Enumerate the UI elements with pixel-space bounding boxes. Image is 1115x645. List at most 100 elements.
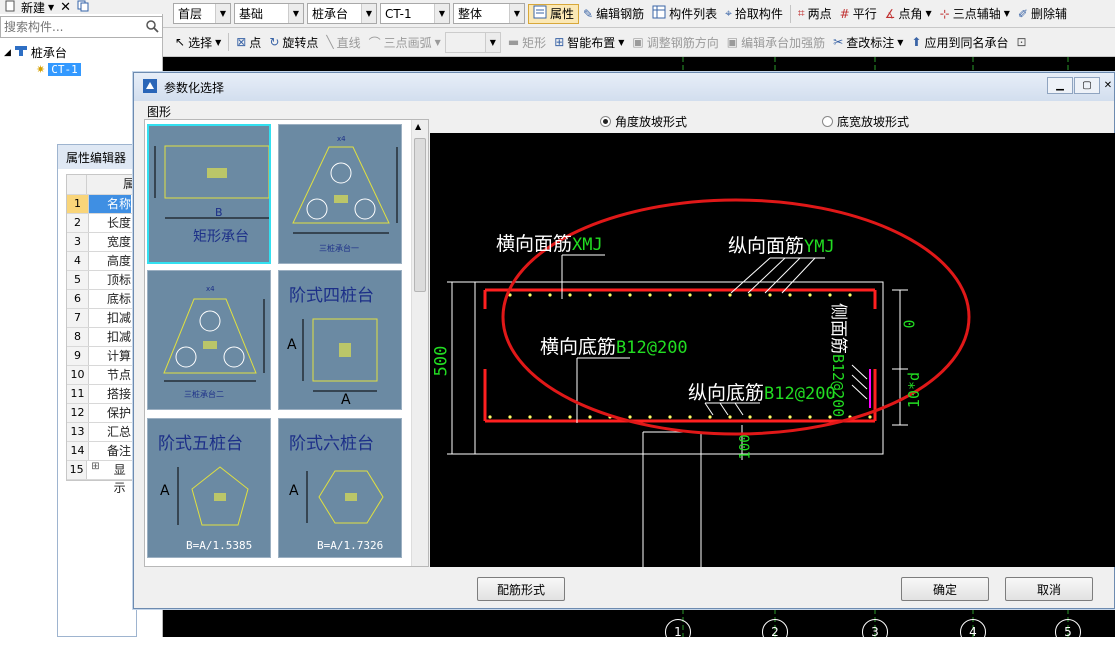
property-row-name: 汇总 <box>107 425 132 439</box>
select-button[interactable]: ↖ 选择 ▼ <box>171 32 225 52</box>
parallel-button[interactable]: # 平行 <box>836 4 881 24</box>
expand-plus-icon[interactable]: ⊞ <box>91 461 99 479</box>
property-row[interactable]: 11 搭接 <box>67 385 135 404</box>
radio-angle-slope[interactable]: 角度放坡形式 <box>600 113 687 130</box>
dimension-label: B <box>215 206 223 219</box>
rebar-form-button[interactable]: 配筋形式 <box>477 577 565 601</box>
property-row[interactable]: 6 底标 <box>67 290 135 309</box>
modify-label-button[interactable]: ✂ 查改标注 ▼ <box>829 32 907 52</box>
shape-thumbnail-three-pile-1[interactable]: x4 三桩承台一 <box>278 124 402 264</box>
type-select[interactable]: 桩承台 ▼ <box>307 3 377 24</box>
scroll-up-icon[interactable]: ▲ <box>415 122 421 131</box>
three-point-arc-button[interactable]: ⌒ 三点画弧 ▼ <box>365 32 445 52</box>
ok-button[interactable]: 确定 <box>901 577 989 601</box>
property-row[interactable]: 14 备注 <box>67 442 135 461</box>
shape-thumbnail-three-pile-2[interactable]: x4 三桩承台二 <box>147 270 271 410</box>
new-button[interactable]: 新建 ▼ <box>4 0 54 15</box>
property-row-number: 2 <box>67 214 89 232</box>
cancel-button[interactable]: 取消 <box>1005 577 1093 601</box>
property-row[interactable]: 8 扣减 <box>67 328 135 347</box>
arc-option-select[interactable]: ▼ <box>444 31 501 53</box>
edit-cap-rebar-button[interactable]: ▣ 编辑承台加强筋 <box>723 32 829 52</box>
copy-icon[interactable] <box>77 0 89 15</box>
expand-icon[interactable]: ◢ <box>4 48 11 58</box>
parallel-icon: # <box>839 6 850 21</box>
shape-thumbnail-step-four-pile[interactable]: 阶式四桩台 A A <box>278 270 402 410</box>
tree-root[interactable]: ◢ 桩承台 <box>4 44 81 61</box>
gear-icon: ✷ <box>36 63 46 76</box>
property-row[interactable]: 12 保护 <box>67 404 135 423</box>
pick-component-button[interactable]: ⌖ 拾取构件 <box>721 4 787 24</box>
delete-icon[interactable]: ✕ <box>60 1 71 14</box>
property-row-name: 扣减 <box>107 330 132 344</box>
eraser-icon: ✐ <box>1017 6 1028 21</box>
property-row-name: 长度 <box>107 216 132 230</box>
component-select[interactable]: CT-1 ▼ <box>380 3 450 24</box>
search-input[interactable] <box>1 17 139 37</box>
toolbar-row-2: ↖ 选择 ▼ ⊠ 点 ↻ 旋转点 ╲ 直线 ⌒ 三点画弧 ▼ ▼ ▬ 矩形 ⊞ 智能布置 ▼ ▣ 调整… <box>163 28 1115 57</box>
property-row[interactable]: 1 名称 <box>67 195 135 214</box>
left-toolbar: 新建 ▼ ✕ <box>0 0 163 15</box>
properties-button[interactable]: 属性 <box>528 3 580 24</box>
gallery-scrollbar[interactable]: ▲ <box>411 120 428 566</box>
shape-thumbnail-rect[interactable]: B 矩形承台 <box>147 124 271 264</box>
label-icon: ✂ <box>833 35 844 49</box>
maximize-button[interactable]: ▢ <box>1074 77 1100 94</box>
property-row[interactable]: 3 宽度 <box>67 233 135 252</box>
rectangle-button[interactable]: ▬ 矩形 <box>504 32 550 52</box>
property-row-name: 备注 <box>107 444 132 458</box>
point-angle-button[interactable]: ∡ 点角 ▼ <box>881 4 936 24</box>
radio-width-slope[interactable]: 底宽放坡形式 <box>822 113 909 130</box>
scope-select[interactable]: 整体 ▼ <box>453 3 525 24</box>
property-row-number: 15 <box>67 461 88 479</box>
property-row-name: 高度 <box>107 254 132 268</box>
smart-layout-icon: ⊞ <box>554 35 565 49</box>
property-row[interactable]: 2 长度 <box>67 214 135 233</box>
smart-layout-button[interactable]: ⊞ 智能布置 ▼ <box>550 32 628 52</box>
dimension-label: x4 <box>206 285 215 293</box>
tree-item-ct1[interactable]: ✷ CT-1 <box>4 61 81 78</box>
more-icon[interactable]: ⊡ <box>1012 32 1030 52</box>
thumbnail-caption: 三桩承台二 <box>184 390 224 399</box>
ymj-label: 纵向面筋YMJ <box>728 235 835 257</box>
component-tree: ◢ 桩承台 ✷ CT-1 <box>4 44 81 78</box>
apply-same-name-button[interactable]: ⬆ 应用到同名承台 <box>907 32 1012 52</box>
shape-thumbnail-step-five-pile[interactable]: 阶式五桩台 A B=A/1.5385 <box>147 418 271 558</box>
scrollbar-thumb[interactable] <box>414 138 426 292</box>
property-row[interactable]: 15 ⊞ 显示 <box>67 461 135 495</box>
thumbnail-caption: 矩形承台 <box>193 229 249 245</box>
shape-thumbnail-step-six-pile[interactable]: 阶式六桩台 A B=A/1.7326 <box>278 418 402 558</box>
two-points-button[interactable]: ⌗ 两点 <box>794 4 836 24</box>
search-icon[interactable] <box>145 19 159 36</box>
shapes-group-label: 图形 <box>147 105 172 119</box>
property-row[interactable]: 7 扣减 <box>67 309 135 328</box>
cap-rebar-icon: ▣ <box>726 35 739 49</box>
category-select[interactable]: 基础 ▼ <box>234 3 304 24</box>
property-table: 属 1 名称 2 长度 3 宽度 4 高度 5 顶标 6 底标 7 扣减 8 扣减 9 计算 10 节点 11 搭接 12 保… <box>66 174 136 495</box>
property-row[interactable]: 13 汇总 <box>67 423 135 442</box>
component-list-button[interactable]: 构件列表 <box>648 4 721 24</box>
properties-icon <box>533 5 547 22</box>
line-button[interactable]: ╲ 直线 <box>322 32 364 52</box>
property-row[interactable]: 10 节点 <box>67 366 135 385</box>
preview-canvas[interactable]: 横向面筋XMJ 纵向面筋YMJ 横向底筋B12@200 纵向底筋B12@200 … <box>430 133 1115 567</box>
property-row-name: 计算 <box>107 349 132 363</box>
point-button[interactable]: ⊠ 点 <box>232 32 265 52</box>
pick-icon: ⌖ <box>725 6 732 20</box>
axis-marker: 1 <box>665 619 691 645</box>
rebar-icon: ✎ <box>583 6 594 21</box>
property-row[interactable]: 4 高度 <box>67 252 135 271</box>
property-row[interactable]: 9 计算 <box>67 347 135 366</box>
minimize-button[interactable]: ▁ <box>1047 77 1073 94</box>
rotate-point-button[interactable]: ↻ 旋转点 <box>265 32 322 52</box>
property-row[interactable]: 5 顶标 <box>67 271 135 290</box>
floor-select[interactable]: 首层 ▼ <box>173 3 231 24</box>
three-point-axis-button[interactable]: ⊹ 三点辅轴 ▼ <box>936 4 1014 24</box>
adjust-rebar-direction-button[interactable]: ▣ 调整钢筋方向 <box>628 32 722 52</box>
property-row-name: 宽度 <box>107 235 132 249</box>
edit-rebar-button[interactable]: ✎ 编辑钢筋 <box>579 4 648 24</box>
close-button[interactable]: ✕ <box>1101 77 1115 94</box>
delete-aux-button[interactable]: ✐ 删除辅 <box>1014 4 1071 24</box>
property-row-name: 顶标 <box>107 273 132 287</box>
thumbnail-caption: 三桩承台一 <box>319 244 359 253</box>
